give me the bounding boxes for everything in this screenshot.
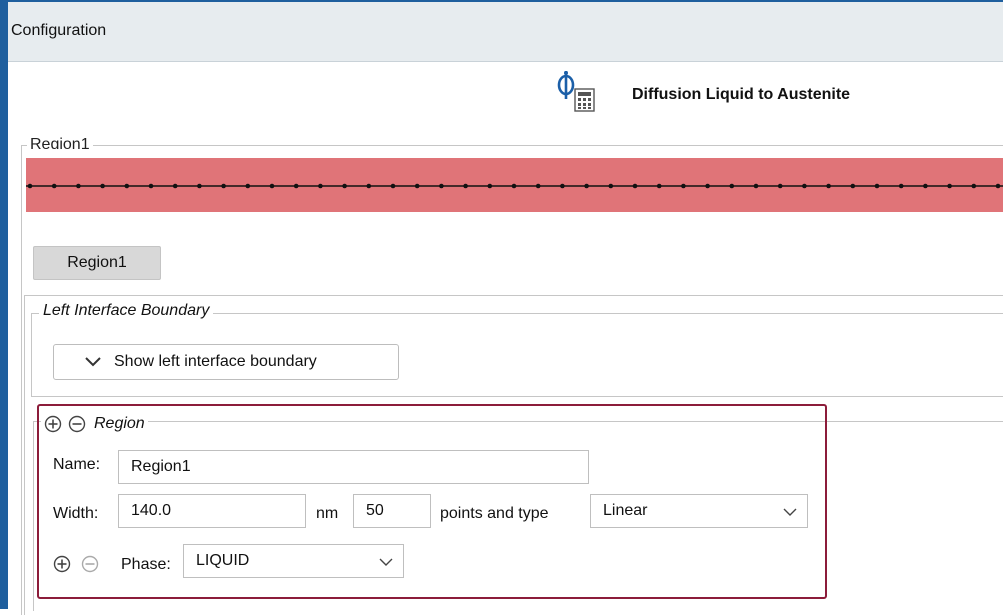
grid-point [802,183,807,189]
width-unit-label: nm [316,505,339,522]
grid-point [463,183,468,189]
grid-point [898,183,904,189]
region-tab-button[interactable]: Region1 [33,246,161,280]
grid-point [729,183,735,189]
grid-point [826,183,831,189]
grid-point [100,183,105,189]
grid-point [681,183,686,189]
show-left-interface-boundary-label: Show left interface boundary [114,353,317,370]
region-width-input[interactable]: 140.0 [118,494,306,528]
grid-point [27,183,33,189]
grid-points [26,183,1003,189]
chevron-down-icon [85,357,101,367]
grid-point [148,183,154,189]
width-label: Width: [53,505,99,522]
grid-point [245,183,251,189]
add-phase-icon[interactable] [53,555,71,573]
grid-point [318,183,323,189]
region-name-input[interactable]: Region1 [118,450,589,484]
grid-point [76,183,81,189]
chevron-down-icon [379,558,393,566]
grid-point [439,183,444,189]
region-geometry-bar[interactable] [26,158,1003,212]
region-legend-label: Region [94,415,145,432]
points-and-type-label: points and type [440,505,549,522]
grid-point [995,183,1001,189]
grid-point [414,183,420,189]
remove-region-icon[interactable] [68,415,86,433]
grid-point [632,183,638,189]
grid-point [584,183,589,189]
left-interface-boundary-legend: Left Interface Boundary [39,302,214,320]
grid-point [971,183,977,189]
grid-point [777,183,783,189]
grid-type-select[interactable]: Linear [590,494,808,528]
grid-point [874,183,880,189]
window-title: Configuration [11,22,107,39]
grid-point [560,183,565,189]
grid-point [705,183,710,189]
grid-point [535,183,541,189]
grid-point [124,183,130,189]
diffusion-calculator-icon [557,71,595,112]
module-title: Diffusion Liquid to Austenite [632,86,851,103]
grid-point [269,183,275,189]
grid-point [221,183,226,189]
phase-value: LIQUID [196,552,250,569]
grid-point [366,183,372,189]
chevron-down-icon [783,508,797,516]
grid-point [656,183,662,189]
grid-point [850,183,856,189]
grid-point [342,183,347,189]
grid-point [753,183,759,189]
grid-point [293,183,299,189]
phase-select[interactable]: LIQUID [183,544,404,578]
region-legend: Region [41,412,148,436]
grid-point [511,183,517,189]
geometry-group-label: Region1 [27,135,93,149]
remove-phase-icon[interactable] [81,555,99,573]
grid-point [197,183,202,189]
grid-point [947,183,952,189]
grid-point [608,183,614,189]
grid-point [172,183,178,189]
show-left-interface-boundary-button[interactable]: Show left interface boundary [53,344,399,380]
grid-point [487,183,493,189]
grid-points-input[interactable]: 50 [353,494,431,528]
name-label: Name: [53,456,101,473]
add-region-icon[interactable] [44,415,62,433]
grid-point [51,183,57,189]
grid-type-value: Linear [603,502,648,519]
window-border-left [0,0,8,609]
grid-point [390,183,396,189]
phase-label: Phase: [121,556,171,573]
phase-controls [53,555,99,573]
grid-point [923,183,928,189]
configuration-header: Configuration [8,2,1003,62]
